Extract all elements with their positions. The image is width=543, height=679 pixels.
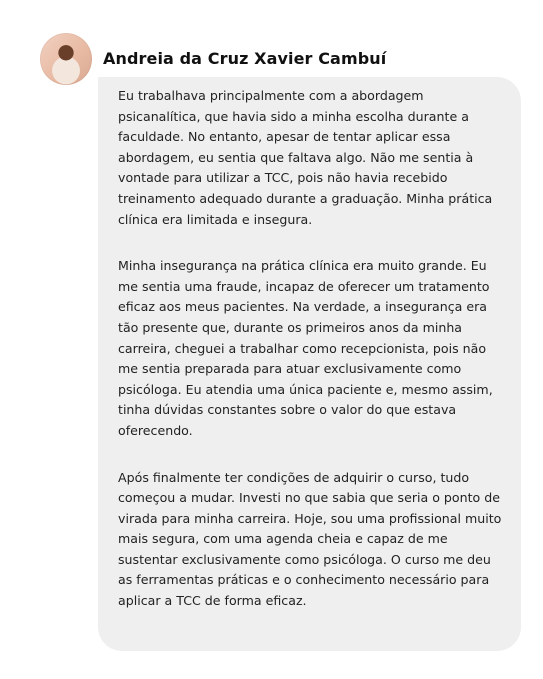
message-paragraph-2: Minha insegurança na prática clínica era… bbox=[118, 258, 493, 438]
author-name: Andreia da Cruz Xavier Cambuí bbox=[103, 48, 387, 68]
message-bubble: Eu trabalhava principalmente com a abord… bbox=[98, 77, 521, 651]
message-paragraph-1: Eu trabalhava principalmente com a abord… bbox=[118, 88, 493, 227]
message-paragraph-3: Após finalmente ter condições de adquiri… bbox=[118, 469, 502, 609]
avatar bbox=[40, 33, 92, 85]
